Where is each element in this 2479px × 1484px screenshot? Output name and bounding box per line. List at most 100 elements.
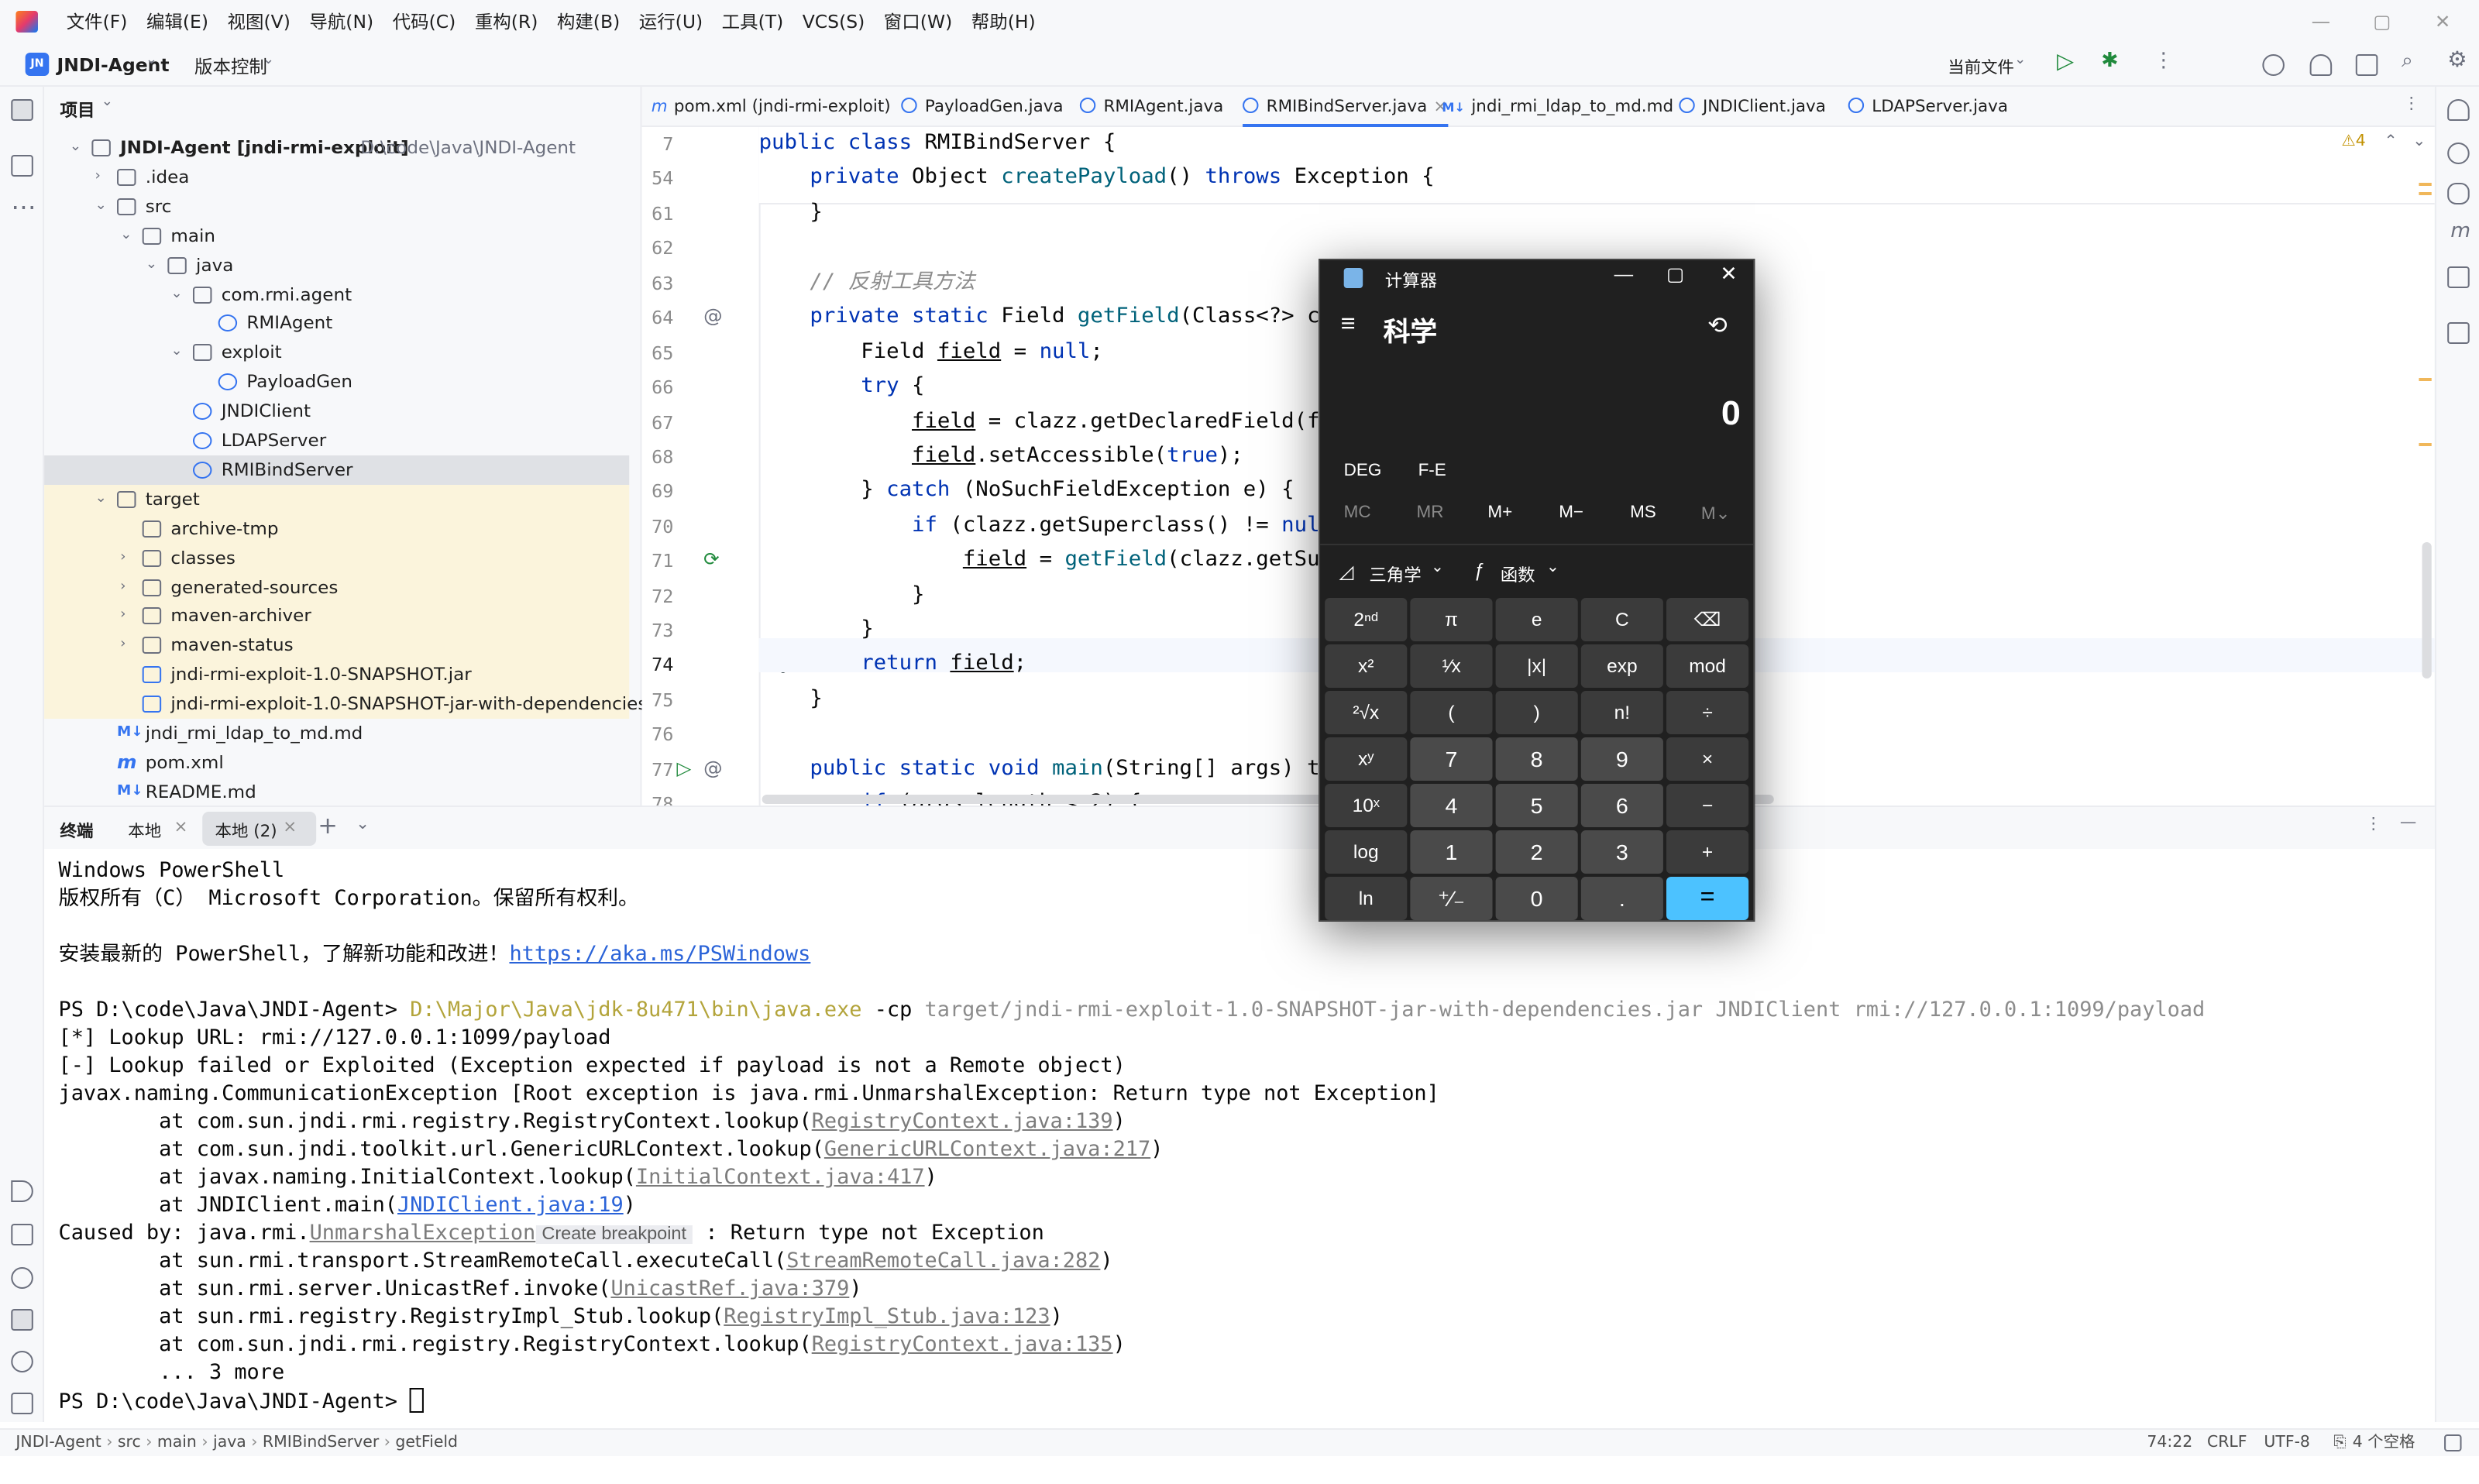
- minimize-icon[interactable]: —: [2312, 11, 2330, 33]
- angle-unit-button[interactable]: DEG: [1344, 462, 1382, 480]
- tree-item[interactable]: JNDIClient: [44, 397, 629, 426]
- decimal-button[interactable]: .: [1580, 877, 1663, 920]
- breadcrumb-item[interactable]: main: [157, 1434, 197, 1451]
- tree-item[interactable]: ⌄ com.rmi.agent: [44, 280, 629, 309]
- error-stripe-mark[interactable]: [2419, 443, 2432, 446]
- menu-view[interactable]: 视图(V): [228, 9, 291, 34]
- terminal-tab-local[interactable]: 本地: [128, 819, 161, 843]
- line-separator[interactable]: CRLF: [2207, 1430, 2247, 1458]
- file-encoding[interactable]: UTF-8: [2264, 1430, 2310, 1458]
- exp-button[interactable]: exp: [1580, 644, 1663, 688]
- memory-subtract-button[interactable]: M−: [1559, 503, 1583, 522]
- menu-window[interactable]: 窗口(W): [884, 9, 952, 34]
- close-paren-button[interactable]: ): [1495, 691, 1578, 734]
- editor-scrollbar[interactable]: [2422, 542, 2432, 678]
- lock-icon[interactable]: [2444, 1434, 2462, 1451]
- menu-vcs[interactable]: VCS(S): [803, 11, 865, 33]
- override-marker-icon[interactable]: @: [703, 305, 722, 327]
- breadcrumb-item[interactable]: RMIBindServer: [263, 1434, 379, 1451]
- error-stripe-mark[interactable]: [2419, 183, 2432, 186]
- stacktrace-link[interactable]: UnmarshalException: [310, 1222, 536, 1245]
- tree-item[interactable]: › maven-status: [44, 630, 630, 661]
- tree-item[interactable]: m pom.xml: [44, 748, 629, 778]
- power-button[interactable]: xʸ: [1325, 737, 1408, 781]
- digit-7-button[interactable]: 7: [1410, 737, 1493, 781]
- chevron-right-icon[interactable]: ›: [120, 602, 125, 631]
- e-button[interactable]: e: [1495, 598, 1578, 641]
- memory-recall-button[interactable]: MR: [1417, 503, 1444, 522]
- toolbox-icon[interactable]: [2355, 54, 2378, 76]
- chevron-down-icon[interactable]: ⌄: [146, 250, 157, 280]
- build-tool-icon[interactable]: [11, 1224, 33, 1245]
- chevron-down-icon[interactable]: ⌄: [95, 485, 106, 514]
- tree-item[interactable]: archive-tmp: [44, 514, 630, 544]
- vcs-menu[interactable]: 版本控制: [194, 54, 267, 79]
- memory-clear-button[interactable]: MC: [1344, 503, 1371, 522]
- structure-tool-icon[interactable]: [11, 155, 33, 177]
- ten-power-button[interactable]: 10ˣ: [1325, 784, 1408, 827]
- tree-item[interactable]: › generated-sources: [44, 572, 630, 602]
- tab-markdown[interactable]: M↓ jndi_rmi_ldap_to_md.md: [1442, 87, 1673, 127]
- run-main-icon[interactable]: ▷: [676, 757, 691, 779]
- stacktrace-link[interactable]: StreamRemoteCall.java:282: [786, 1250, 1100, 1273]
- tree-item[interactable]: ⌄ target: [44, 484, 630, 514]
- close-icon[interactable]: ✕: [1720, 262, 1737, 287]
- tree-item[interactable]: M↓ README.md: [44, 778, 629, 807]
- tree-item[interactable]: › .idea: [44, 163, 629, 192]
- ai-assistant-icon[interactable]: [2262, 54, 2285, 76]
- error-stripe-mark[interactable]: [2419, 378, 2432, 381]
- function-dropdown[interactable]: 函数: [1501, 562, 1535, 587]
- menu-file[interactable]: 文件(F): [67, 9, 128, 34]
- divide-button[interactable]: ÷: [1666, 691, 1749, 734]
- recursion-icon[interactable]: ⟳: [703, 548, 720, 570]
- chevron-down-icon[interactable]: ⌄: [101, 94, 113, 110]
- trig-dropdown[interactable]: 三角学: [1369, 562, 1421, 587]
- maven-icon[interactable]: m: [2450, 220, 2470, 243]
- memory-store-button[interactable]: MS: [1630, 503, 1656, 522]
- menu-build[interactable]: 构建(B): [557, 9, 620, 34]
- terminal-output[interactable]: Windows PowerShell 版权所有（C） Microsoft Corp…: [44, 849, 2435, 1422]
- reciprocal-button[interactable]: ¹⁄x: [1410, 644, 1493, 688]
- stacktrace-link[interactable]: RegistryContext.java:135: [812, 1334, 1113, 1357]
- plus-button[interactable]: +: [1666, 830, 1749, 874]
- breadcrumb-item[interactable]: java: [213, 1434, 246, 1451]
- terminal-tab-local-2[interactable]: 本地 (2): [215, 819, 277, 843]
- tab-rmibindserver[interactable]: RMIBindServer.java ×: [1243, 87, 1448, 127]
- link-pswindows[interactable]: https://aka.ms/PSWindows: [509, 943, 810, 967]
- digit-2-button[interactable]: 2: [1495, 830, 1578, 874]
- error-stripe-mark[interactable]: [2419, 192, 2432, 195]
- digit-5-button[interactable]: 5: [1495, 784, 1578, 827]
- tree-item[interactable]: RMIBindServer: [44, 455, 630, 485]
- backspace-button[interactable]: ⌫: [1666, 598, 1749, 641]
- prev-highlight-icon[interactable]: ⌃: [2384, 133, 2398, 150]
- digit-8-button[interactable]: 8: [1495, 737, 1578, 781]
- tab-rmiagent[interactable]: RMIAgent.java: [1079, 87, 1223, 127]
- pi-button[interactable]: π: [1410, 598, 1493, 641]
- tree-item[interactable]: ⌄ main: [44, 221, 629, 250]
- next-highlight-icon[interactable]: ⌄: [2412, 133, 2426, 150]
- close-window-icon[interactable]: ✕: [2435, 11, 2451, 33]
- endpoints-icon[interactable]: [2447, 266, 2470, 288]
- hide-panel-icon[interactable]: —: [2400, 813, 2416, 832]
- digit-1-button[interactable]: 1: [1410, 830, 1493, 874]
- terminal-options-icon[interactable]: ⋮: [2365, 815, 2381, 833]
- menu-refactor[interactable]: 重构(R): [475, 9, 538, 34]
- debug-icon[interactable]: ✱: [2101, 50, 2118, 73]
- close-tab-icon[interactable]: ×: [283, 818, 297, 836]
- database-icon[interactable]: [2447, 183, 2470, 204]
- chevron-right-icon[interactable]: ›: [120, 543, 125, 572]
- indent-setting[interactable]: 4 个空格: [2353, 1430, 2415, 1458]
- tree-item[interactable]: ⌄ JNDI-Agent [jndi-rmi-exploit] D:\code\Ja…: [44, 133, 629, 163]
- digit-3-button[interactable]: 3: [1580, 830, 1663, 874]
- tree-item[interactable]: PayloadGen: [44, 367, 629, 397]
- tree-item[interactable]: › maven-archiver: [44, 601, 630, 631]
- chevron-down-icon[interactable]: ⌄: [170, 280, 182, 309]
- chevron-right-icon[interactable]: ›: [120, 631, 125, 661]
- equals-button[interactable]: =: [1666, 877, 1749, 920]
- stacktrace-link[interactable]: InitialContext.java:417: [636, 1166, 925, 1190]
- close-tab-icon[interactable]: ×: [174, 818, 187, 836]
- project-tool-icon[interactable]: [11, 99, 33, 121]
- tree-item[interactable]: jndi-rmi-exploit-1.0-SNAPSHOT-jar-with-d…: [44, 689, 676, 720]
- breadcrumb-item[interactable]: src: [118, 1434, 141, 1451]
- breadcrumb-item[interactable]: getField: [395, 1434, 458, 1451]
